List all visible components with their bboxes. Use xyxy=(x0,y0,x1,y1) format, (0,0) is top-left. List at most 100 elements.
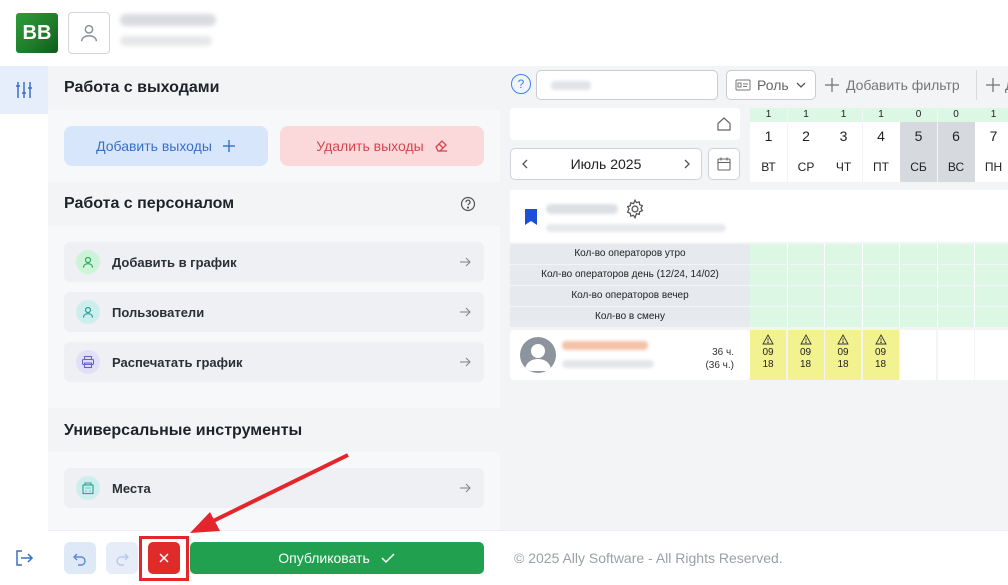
month-label: Июль 2025 xyxy=(570,156,642,172)
add-filter-button[interactable]: Добавить фильтр xyxy=(824,70,960,100)
employee-card[interactable]: 36 ч. (36 ч.) xyxy=(510,330,750,380)
gear-icon[interactable] xyxy=(624,198,646,220)
section-title: Работа с персоналом xyxy=(64,195,235,212)
day-count: 0 xyxy=(937,108,975,122)
cell-divider xyxy=(861,286,863,306)
employee-name-redacted xyxy=(562,341,648,350)
schedule-grid: ? Роль Добавить фильтр Д Июль 2025 11ВТ1… xyxy=(500,66,1008,530)
filters-toggle-button[interactable] xyxy=(0,66,48,114)
day-number: 1 xyxy=(764,128,773,144)
home-row xyxy=(510,108,740,140)
calendar-icon xyxy=(717,157,731,171)
day-count: 1 xyxy=(750,108,787,122)
warning-icon xyxy=(799,334,812,345)
day-count: 1 xyxy=(862,108,900,122)
cell-divider xyxy=(824,307,825,327)
cell-divider xyxy=(861,244,863,264)
plus-icon xyxy=(825,78,839,92)
shift-cell[interactable]: 09 18 xyxy=(787,330,824,380)
eraser-icon xyxy=(434,140,447,152)
cell-divider xyxy=(936,286,938,306)
places-item[interactable]: Места xyxy=(64,468,484,508)
search-value-redacted xyxy=(551,81,591,90)
redo-button[interactable] xyxy=(106,542,138,574)
cell-divider xyxy=(974,286,975,306)
day-header[interactable]: 1 1 ВТ xyxy=(750,108,787,182)
employee-hours-sub: (36 ч.) xyxy=(705,360,734,371)
section-title: Универсальные инструменты xyxy=(64,422,303,439)
cell-divider xyxy=(824,286,825,306)
day-header[interactable]: 1 3 ЧТ xyxy=(825,108,862,182)
day-header[interactable]: 0 6 ВС xyxy=(937,108,975,182)
logout-icon xyxy=(16,550,34,566)
cell-divider xyxy=(861,265,863,285)
shift-cell[interactable]: 09 18 xyxy=(825,330,861,380)
day-header[interactable]: 1 7 ПН xyxy=(975,108,1008,182)
tool-label: Места xyxy=(112,480,151,496)
employee-avatar xyxy=(520,337,556,373)
cell-divider xyxy=(899,265,900,285)
cell-divider xyxy=(974,265,975,285)
shift-start: 09 xyxy=(762,347,774,358)
chevron-right-icon[interactable] xyxy=(681,158,693,170)
group-card xyxy=(510,190,1008,242)
warning-icon xyxy=(762,334,774,345)
plus-icon xyxy=(986,78,1000,92)
delete-shifts-button[interactable]: Удалить выходы xyxy=(280,126,484,166)
arrow-right-icon xyxy=(458,255,472,269)
empty-shift-cell[interactable] xyxy=(975,330,1008,380)
shift-cell[interactable]: 09 18 xyxy=(862,330,899,380)
shift-start: 09 xyxy=(874,347,887,358)
search-input[interactable] xyxy=(536,70,718,100)
cell-divider xyxy=(936,265,938,285)
delete-shifts-label: Удалить выходы xyxy=(316,138,424,154)
day-header[interactable]: 1 4 ПТ xyxy=(862,108,900,182)
help-icon[interactable] xyxy=(460,196,476,212)
day-number: 5 xyxy=(914,128,923,144)
stat-cells xyxy=(750,244,1008,264)
user-avatar[interactable] xyxy=(68,12,110,54)
user-icon xyxy=(525,344,551,371)
close-icon xyxy=(159,553,169,563)
tool-label: Распечатать график xyxy=(112,354,243,370)
cell-divider xyxy=(786,244,788,264)
app-logo[interactable]: BB xyxy=(16,13,58,53)
empty-shift-cell[interactable] xyxy=(900,330,936,380)
shift-end: 18 xyxy=(799,359,812,370)
arrow-right-icon xyxy=(458,481,472,495)
day-header[interactable]: 0 5 СБ xyxy=(900,108,937,182)
day-weekday: ВТ xyxy=(761,160,776,174)
empty-shift-cell[interactable] xyxy=(937,330,974,380)
publish-button[interactable]: Опубликовать xyxy=(190,542,484,574)
role-filter-select[interactable]: Роль xyxy=(726,70,816,100)
day-weekday: ВС xyxy=(947,160,965,174)
arrow-right-icon xyxy=(458,305,472,319)
calendar-button[interactable] xyxy=(708,148,740,180)
undo-button[interactable] xyxy=(64,542,96,574)
shift-cell[interactable]: 09 18 xyxy=(750,330,786,380)
id-card-icon xyxy=(735,79,751,91)
users-item[interactable]: Пользователи xyxy=(64,292,484,332)
add-more-button[interactable]: Д xyxy=(976,70,1008,100)
add-to-schedule-item[interactable]: Добавить в график xyxy=(64,242,484,282)
filter-help-button[interactable]: ? xyxy=(511,74,531,94)
print-schedule-item[interactable]: Распечатать график xyxy=(64,342,484,382)
top-bar: BB xyxy=(0,0,1008,66)
add-shifts-button[interactable]: Добавить выходы xyxy=(64,126,268,166)
day-number: 3 xyxy=(839,128,848,144)
warning-icon xyxy=(837,334,849,345)
home-icon[interactable] xyxy=(716,116,732,132)
bookmark-icon xyxy=(525,209,537,225)
redo-icon xyxy=(116,553,129,566)
user-icon xyxy=(76,250,100,274)
cancel-button[interactable] xyxy=(148,542,180,574)
day-header[interactable]: 1 2 СР xyxy=(787,108,825,182)
section-staff-header: Работа с персоналом xyxy=(48,182,500,226)
chevron-left-icon[interactable] xyxy=(519,158,531,170)
user-name-redacted xyxy=(120,14,216,26)
stat-label: Кол-во в смену xyxy=(510,307,750,327)
day-weekday: ПТ xyxy=(873,160,889,174)
shift-start: 09 xyxy=(837,347,849,358)
logout-button[interactable] xyxy=(12,546,36,570)
day-count: 1 xyxy=(975,108,1008,122)
